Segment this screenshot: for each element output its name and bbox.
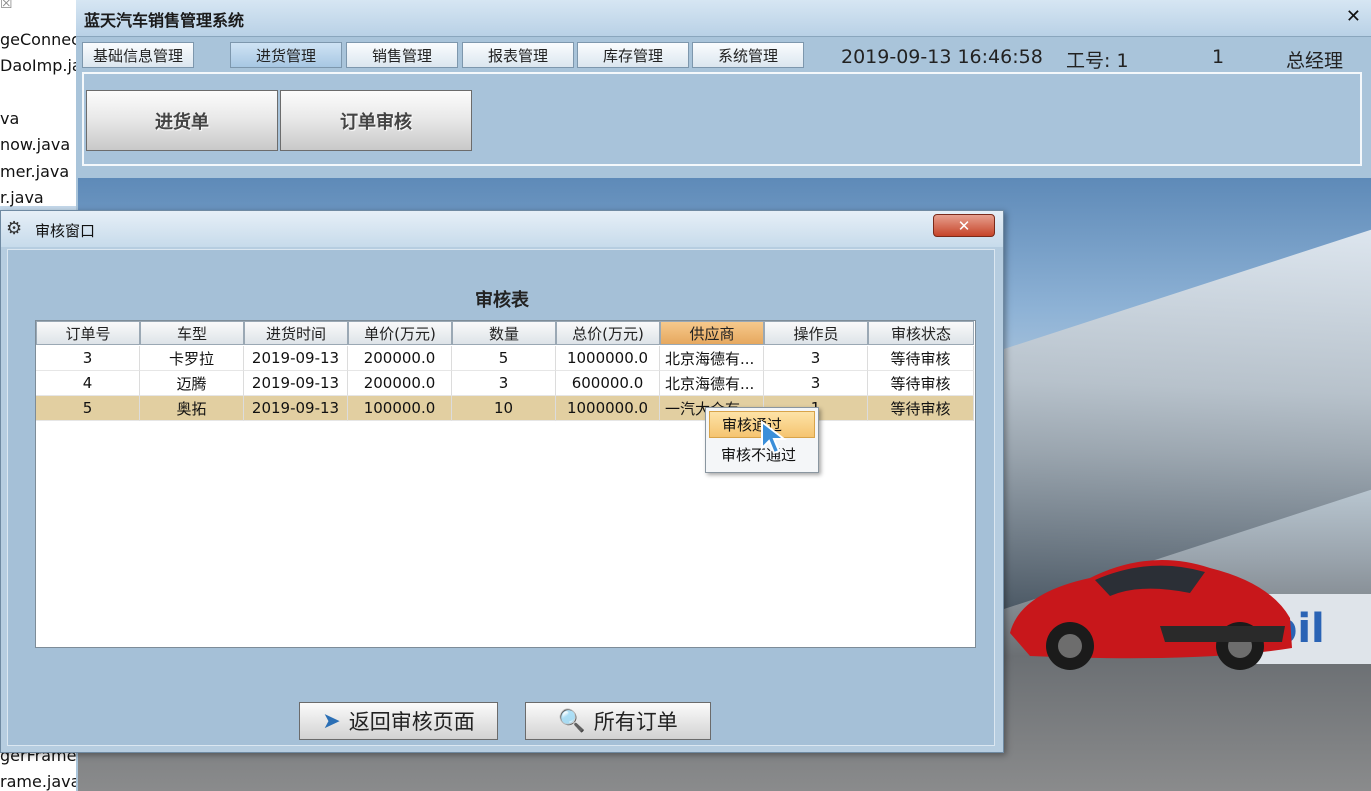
role-label: 总经理 — [1286, 50, 1344, 72]
purchase-button-panel: 进货单 订单审核 — [82, 72, 1362, 166]
ide-file-item[interactable]: mer.java — [0, 162, 69, 181]
ide-close-icon[interactable]: ☒ — [0, 0, 13, 12]
staff-id-label: 工号: 1 — [1066, 50, 1129, 72]
column-header[interactable]: 进货时间 — [244, 321, 348, 345]
mouse-cursor-icon — [761, 420, 787, 455]
table-cell: 迈腾 — [140, 371, 244, 396]
ide-file-item[interactable]: va — [0, 109, 19, 128]
tab-inventory[interactable]: 库存管理 — [577, 42, 689, 68]
all-orders-label: 所有订单 — [593, 710, 678, 734]
column-header[interactable]: 总价(万元) — [556, 321, 660, 345]
dialog-title: 审核窗口 — [35, 222, 96, 240]
user-id-value: 1 — [1212, 46, 1225, 68]
ide-file-item[interactable]: DaoImp.ja — [0, 56, 76, 75]
table-cell: 200000.0 — [348, 346, 452, 371]
column-header[interactable]: 供应商 — [660, 321, 764, 345]
column-header[interactable]: 数量 — [452, 321, 556, 345]
review-table[interactable]: 订单号 车型 进货时间 单价(万元) 数量 总价(万元) 供应商 操作员 审核状… — [35, 320, 976, 648]
order-review-button[interactable]: 订单审核 — [280, 90, 472, 151]
table-cell: 10 — [452, 396, 556, 421]
table-cell: 3 — [452, 371, 556, 396]
datetime-label: 2019-09-13 16:46:58 — [841, 46, 1043, 68]
back-to-review-button[interactable]: ➤ 返回审核页面 — [299, 702, 498, 740]
table-cell: 3 — [764, 371, 868, 396]
table-cell: 等待审核 — [868, 346, 974, 371]
table-cell: 等待审核 — [868, 371, 974, 396]
main-titlebar: 蓝天汽车销售管理系统 ✕ — [76, 0, 1371, 37]
column-header[interactable]: 审核状态 — [868, 321, 974, 345]
table-cell: 5 — [452, 346, 556, 371]
tab-reports[interactable]: 报表管理 — [462, 42, 574, 68]
table-header: 订单号 车型 进货时间 单价(万元) 数量 总价(万元) 供应商 操作员 审核状… — [36, 321, 974, 345]
table-cell: 卡罗拉 — [140, 346, 244, 371]
dialog-close-button[interactable]: ✕ — [933, 214, 995, 237]
ide-file-item[interactable]: now.java — [0, 135, 70, 154]
column-header[interactable]: 订单号 — [36, 321, 140, 345]
all-orders-button[interactable]: 🔍 所有订单 — [525, 702, 711, 740]
tab-sales[interactable]: 销售管理 — [346, 42, 458, 68]
column-header[interactable]: 车型 — [140, 321, 244, 345]
table-cell: 3 — [764, 346, 868, 371]
ide-file-item[interactable]: r.java — [0, 188, 44, 207]
tab-basic-info[interactable]: 基础信息管理 — [82, 42, 194, 68]
table-cell: 2019-09-13 — [244, 371, 348, 396]
tab-purchase[interactable]: 进货管理 — [230, 42, 342, 68]
table-cell: 600000.0 — [556, 371, 660, 396]
review-dialog: ⚙ 审核窗口 ✕ 审核表 订单号 车型 进货时间 单价(万元) 数量 总价(万元… — [0, 210, 1004, 753]
table-cell: 200000.0 — [348, 371, 452, 396]
back-to-review-label: 返回审核页面 — [348, 710, 475, 734]
table-cell: 北京海德有... — [660, 371, 764, 396]
table-cell: 100000.0 — [348, 396, 452, 421]
table-row[interactable]: 3 卡罗拉 2019-09-13 200000.0 5 1000000.0 北京… — [36, 346, 974, 371]
table-row[interactable]: 4 迈腾 2019-09-13 200000.0 3 600000.0 北京海德… — [36, 371, 974, 396]
table-cell: 2019-09-13 — [244, 346, 348, 371]
main-close-icon[interactable]: ✕ — [1346, 6, 1361, 27]
ide-file-item[interactable]: rame.java — [0, 772, 76, 791]
table-title: 审核表 — [475, 290, 529, 311]
column-header[interactable]: 单价(万元) — [348, 321, 452, 345]
table-row-selected[interactable]: 5 奥拓 2019-09-13 100000.0 10 1000000.0 一汽… — [36, 396, 974, 421]
table-cell: 北京海德有... — [660, 346, 764, 371]
menu-tab-bar: 基础信息管理 进货管理 销售管理 报表管理 库存管理 系统管理 2019-09-… — [76, 38, 1371, 72]
table-cell: 2019-09-13 — [244, 396, 348, 421]
tab-system[interactable]: 系统管理 — [692, 42, 804, 68]
table-cell: 3 — [36, 346, 140, 371]
dialog-body: 审核表 订单号 车型 进货时间 单价(万元) 数量 总价(万元) 供应商 操作员… — [7, 249, 995, 746]
table-cell: 4 — [36, 371, 140, 396]
ide-file-item[interactable]: geConnec — [0, 30, 76, 49]
table-cell: 奥拓 — [140, 396, 244, 421]
column-header[interactable]: 操作员 — [764, 321, 868, 345]
table-cell: 1000000.0 — [556, 396, 660, 421]
dialog-titlebar: ⚙ 审核窗口 ✕ — [1, 211, 1003, 247]
arrow-right-icon: ➤ — [322, 708, 341, 734]
purchase-order-button[interactable]: 进货单 — [86, 90, 278, 151]
table-cell: 5 — [36, 396, 140, 421]
gear-icon: ⚙ — [6, 218, 23, 239]
table-cell: 1000000.0 — [556, 346, 660, 371]
magnifier-icon: 🔍 — [558, 708, 586, 734]
app-title: 蓝天汽车销售管理系统 — [84, 11, 245, 30]
red-sports-car-image — [1010, 560, 1292, 670]
table-cell: 等待审核 — [868, 396, 974, 421]
